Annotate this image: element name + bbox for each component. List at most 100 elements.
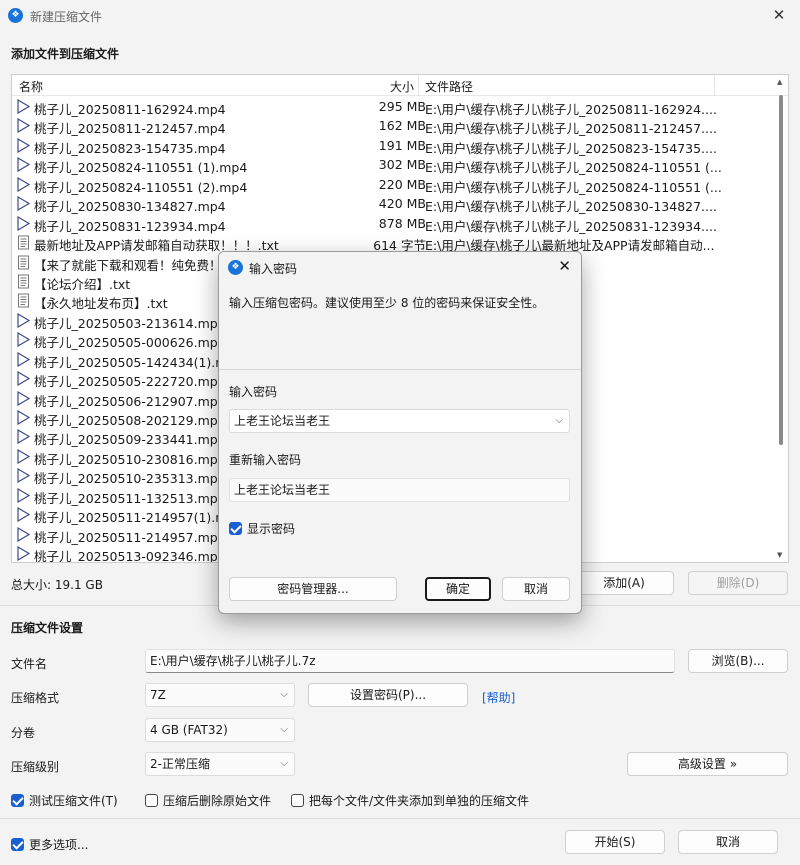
file-path: E:\用户\缓存\桃子儿\桃子儿_20250830-134827.... [425, 199, 717, 215]
delete-button[interactable]: 删除(D) [688, 571, 788, 595]
more-options-checkbox[interactable]: 更多选项... [11, 836, 88, 853]
video-file-icon [16, 332, 31, 348]
file-list-header: 名称 大小 文件路径 [12, 75, 788, 96]
video-file-icon [16, 351, 31, 367]
video-file-icon [16, 176, 31, 192]
video-file-icon [16, 157, 31, 173]
test-archive-checkbox[interactable]: 测试压缩文件(T) [11, 792, 118, 809]
start-button[interactable]: 开始(S) [565, 830, 665, 854]
video-file-icon [16, 526, 31, 542]
scroll-up-icon[interactable]: ▲ [777, 78, 782, 86]
format-label: 压缩格式 [11, 691, 60, 705]
file-path: E:\用户\缓存\桃子儿\桃子儿_20250811-162924.... [425, 102, 717, 117]
file-size: 878 MB [378, 215, 426, 231]
dialog-close-icon[interactable]: ✕ [558, 257, 571, 275]
set-password-button[interactable]: 设置密码(P)... [308, 683, 468, 707]
file-size: 220 MB [378, 176, 426, 192]
table-row[interactable]: 桃子儿_20250811-162924.mp4 295 MB E:\用户\缓存\桃子… [12, 97, 774, 117]
level-select[interactable]: 2-正常压缩 ⌵ [145, 752, 295, 776]
confirm-password-input[interactable]: 上老王论坛当老王 [229, 478, 570, 502]
file-path: E:\用户\缓存\桃子儿\桃子儿_20250831-123934.... [425, 218, 717, 234]
text-file-icon [16, 235, 31, 250]
text-file-icon [16, 255, 31, 270]
video-file-icon [16, 312, 31, 328]
password-manager-button[interactable]: 密码管理器... [229, 577, 397, 601]
checkbox-checked-icon[interactable] [11, 838, 24, 851]
split-select[interactable]: 4 GB (FAT32) ⌵ [145, 718, 295, 742]
show-password-checkbox[interactable]: 显示密码 [229, 520, 295, 537]
file-name: 桃子儿_20250824-110551 (2).mp4 [34, 179, 248, 195]
chevron-down-icon: ⌵ [280, 689, 288, 700]
app-logo-icon: ❖ [228, 260, 243, 275]
dialog-title: 输入密码 [249, 262, 298, 276]
format-value: 7Z [150, 688, 166, 702]
more-options-label: 更多选项... [29, 838, 89, 852]
video-file-icon [16, 448, 31, 464]
table-row[interactable]: 桃子儿_20250831-123934.mp4 878 MB E:\用户\缓存\桃子… [12, 214, 774, 234]
text-file-icon [16, 293, 31, 308]
file-size: 191 MB [378, 137, 426, 153]
format-select[interactable]: 7Z ⌵ [145, 683, 295, 707]
table-row[interactable]: 桃子儿_20250830-134827.mp4 420 MB E:\用户\缓存\桃子… [12, 194, 774, 215]
video-file-icon [16, 215, 31, 231]
file-path: E:\用户\缓存\桃子儿\桃子儿_20250824-110551 (... [425, 160, 722, 176]
window-title: 新建压缩文件 [30, 10, 103, 24]
settings-section-title: 压缩文件设置 [11, 621, 84, 635]
password-value: 上老王论坛当老王 [234, 414, 331, 428]
file-size: 295 MB [378, 99, 426, 114]
file-name: 桃子儿_20250811-212457.mp4 [34, 121, 226, 137]
table-row[interactable]: 桃子儿_20250824-110551 (2).mp4 220 MB E:\用户\缓… [12, 175, 774, 195]
help-link[interactable]: [帮助] [482, 689, 515, 706]
password-input[interactable]: 上老王论坛当老王 ⌵ [229, 409, 570, 433]
delete-after-checkbox[interactable]: 压缩后删除原始文件 [145, 792, 271, 809]
video-file-icon [16, 118, 31, 134]
file-path: E:\用户\缓存\桃子儿\桃子儿_20250811-212457.... [425, 121, 717, 137]
checkbox-unchecked-icon[interactable] [291, 794, 304, 807]
checkbox-checked-icon[interactable] [229, 522, 242, 535]
add-button[interactable]: 添加(A) [574, 571, 674, 595]
file-name: 桃子儿_20250823-154735.mp4 [34, 140, 226, 156]
password-dialog: ❖ 输入密码 ✕ 输入压缩包密码。建议使用至少 8 位的密码来保证安全性。 输入… [218, 251, 582, 614]
checkbox-unchecked-icon[interactable] [145, 794, 158, 807]
file-name: 桃子儿_20250831-123934.mp4 [34, 218, 226, 234]
password-label: 输入密码 [229, 385, 278, 399]
checkbox-checked-icon[interactable] [11, 794, 24, 807]
column-header-size[interactable]: 大小 [390, 78, 414, 95]
filename-input[interactable]: E:\用户\缓存\桃子儿\桃子儿.7z [145, 649, 675, 673]
vertical-scrollbar[interactable]: ▲ ▼ [775, 77, 787, 560]
file-name: 桃子儿_20250830-134827.mp4 [34, 199, 226, 215]
ok-button[interactable]: 确定 [425, 577, 491, 601]
chevron-down-icon: ⌵ [280, 724, 288, 735]
video-file-icon [16, 487, 31, 503]
file-size: 420 MB [378, 196, 426, 212]
scroll-down-icon[interactable]: ▼ [777, 551, 782, 559]
video-file-icon [16, 409, 31, 426]
close-icon[interactable]: ✕ [768, 4, 790, 26]
title-bar: ❖ 新建压缩文件 ✕ [0, 0, 800, 32]
video-file-icon [16, 98, 31, 115]
level-value: 2-正常压缩 [150, 757, 210, 771]
column-header-path[interactable]: 文件路径 [425, 78, 473, 95]
column-header-name[interactable]: 名称 [19, 78, 43, 95]
browse-button[interactable]: 浏览(B)... [688, 649, 788, 673]
advanced-settings-button[interactable]: 高级设置 » [627, 752, 788, 776]
chevron-down-icon[interactable]: ⌵ [555, 410, 563, 432]
chevron-down-icon: ⌵ [280, 758, 288, 769]
cancel-button[interactable]: 取消 [678, 830, 778, 854]
table-row[interactable]: 桃子儿_20250824-110551 (1).mp4 302 MB E:\用户\缓… [12, 155, 774, 176]
table-row[interactable]: 桃子儿_20250823-154735.mp4 191 MB E:\用户\缓存\桃子… [12, 136, 774, 156]
file-size: 162 MB [378, 118, 426, 134]
split-label: 分卷 [11, 726, 36, 740]
dialog-cancel-button[interactable]: 取消 [502, 577, 570, 601]
separate-archives-checkbox[interactable]: 把每个文件/文件夹添加到单独的压缩文件 [291, 792, 529, 809]
split-value: 4 GB (FAT32) [150, 723, 228, 737]
video-file-icon [16, 507, 31, 523]
dialog-title-bar: ❖ 输入密码 ✕ [219, 252, 581, 282]
table-row[interactable]: 最新地址及APP请发邮箱自动获取！！！.txt 614 字节 E:\用户\缓存\桃子… [12, 233, 774, 253]
table-row[interactable]: 桃子儿_20250811-212457.mp4 162 MB E:\用户\缓存\桃子… [12, 116, 774, 137]
scrollbar-thumb[interactable] [779, 95, 783, 445]
filename-label: 文件名 [11, 657, 48, 671]
video-file-icon [16, 468, 31, 484]
total-size: 总大小: 19.1 GB [11, 578, 103, 592]
file-path: E:\用户\缓存\桃子儿\桃子儿_20250824-110551 (... [425, 179, 722, 195]
